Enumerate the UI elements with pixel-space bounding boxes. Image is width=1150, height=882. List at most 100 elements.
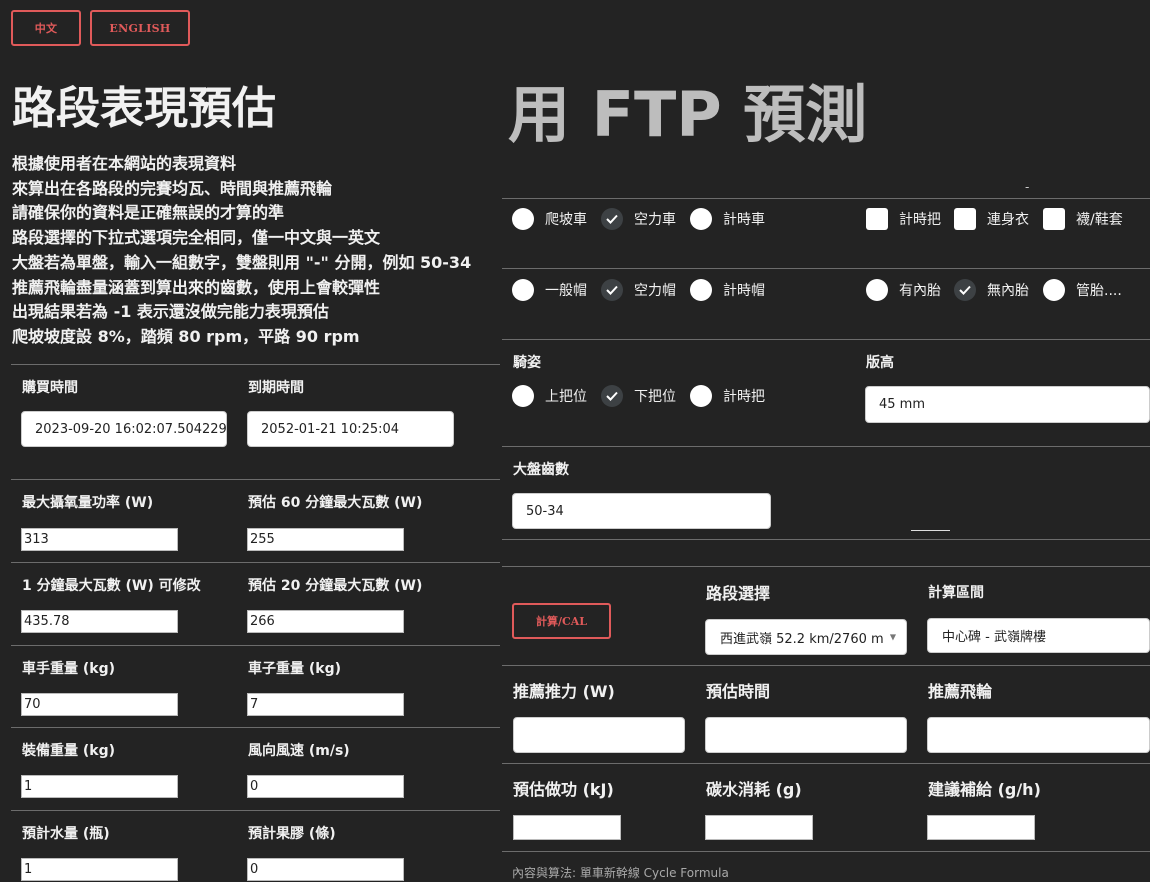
divider [11,562,500,563]
checkbox[interactable] [1043,208,1065,230]
chainring-label: 大盤齒數 [513,462,569,478]
1min-power-input[interactable]: 435.78 [21,610,178,633]
checkbox[interactable] [954,208,976,230]
checkbox[interactable] [866,208,888,230]
check-icon[interactable] [601,385,623,407]
radio-tt-helmet[interactable]: 計時帽 [690,279,765,301]
radio-tubeless-tire[interactable]: 無內胎 [954,279,1029,301]
60min-power-label: 預估 60 分鐘最大瓦數 (W) [248,495,423,511]
option-label: 空力帽 [634,283,676,299]
radio-standard-helmet[interactable]: 一般帽 [512,279,587,301]
divider [502,851,1150,852]
estimated-time-output[interactable] [705,717,907,753]
radio-button[interactable] [512,279,534,301]
estimated-work-output[interactable] [513,815,621,840]
carb-consumption-label: 碳水消耗 (g) [706,780,802,799]
radio-hoods[interactable]: 上把位 [512,385,587,407]
option-label: 連身衣 [987,212,1029,228]
vo2max-power-label: 最大攝氧量功率 (W) [22,495,154,511]
underline-mark [911,530,950,531]
divider [502,339,1150,340]
20min-power-label: 預估 20 分鐘最大瓦數 (W) [248,578,423,594]
frame-size-input[interactable]: 45 mm [865,386,1150,423]
radio-button[interactable] [512,385,534,407]
interval-select[interactable]: 中心碑 - 武嶺牌樓 [927,618,1150,653]
option-label: 空力車 [634,212,676,228]
radio-tt-bike[interactable]: 計時車 [690,208,765,230]
option-label: 一般帽 [545,283,587,299]
calculate-button[interactable]: 計算/CAL [512,603,611,639]
bike-weight-input[interactable]: 7 [247,693,404,716]
radio-tube-tire[interactable]: 有內胎 [866,279,941,301]
supply-rate-label: 建議補給 (g/h) [928,780,1041,799]
gear-weight-input[interactable]: 1 [21,775,178,798]
divider [502,539,1150,540]
supply-rate-output[interactable] [927,815,1035,840]
divider [11,810,500,811]
1min-power-label: 1 分鐘最大瓦數 (W) 可修改 [22,578,201,594]
check-icon[interactable] [954,279,976,301]
divider [502,665,1150,666]
chainring-input[interactable]: 50-34 [512,493,771,529]
ftp-prediction-title: 用 FTP 預測 [508,78,868,151]
rider-weight-label: 車手重量 (kg) [22,661,116,677]
purchase-time-field[interactable]: 2023-09-20 16:02:07.504229 [21,411,227,447]
divider [502,198,1150,199]
radio-aero-bike[interactable]: 空力車 [601,208,676,230]
route-select-label: 路段選擇 [706,584,771,603]
recommended-cassette-label: 推薦飛輪 [928,682,993,701]
gels-label: 預計果膠 (條) [248,826,336,842]
checkbox-tt-bar[interactable]: 計時把 [866,208,941,230]
radio-aero-position[interactable]: 計時把 [690,385,765,407]
recommended-cassette-output[interactable] [927,717,1150,753]
radio-button[interactable] [690,208,712,230]
recommended-power-label: 推薦推力 (W) [513,682,615,701]
check-icon[interactable] [601,208,623,230]
footer-credit: 內容與算法: 單車新幹線 Cycle Formula [512,866,729,880]
description-line: 路段選擇的下拉式選項完全相同，僅一中文與一英文 [12,228,381,248]
option-label: 襪/鞋套 [1076,212,1123,228]
checkbox-skinsuit[interactable]: 連身衣 [954,208,1029,230]
divider [11,364,500,365]
dash-mark: - [1025,180,1030,194]
carb-consumption-output[interactable] [705,815,813,840]
water-bottles-input[interactable]: 1 [21,858,178,881]
divider [502,268,1150,269]
description-line: 爬坡坡度設 8%，踏頻 80 rpm，平路 90 rpm [12,326,360,346]
posture-label: 騎姿 [513,355,541,371]
radio-drops[interactable]: 下把位 [601,385,676,407]
gels-input[interactable]: 0 [247,858,404,881]
option-label: 計時車 [723,212,765,228]
route-select[interactable]: 西進武嶺 52.2 km/2760 m ▼ [705,619,907,655]
check-icon[interactable] [601,279,623,301]
expiry-time-field[interactable]: 2052-01-21 10:25:04 [247,411,454,447]
radio-button[interactable] [690,279,712,301]
option-label: 計時把 [723,389,765,405]
20min-power-input[interactable]: 266 [247,610,404,633]
interval-select-label: 計算區間 [928,585,984,601]
wind-speed-input[interactable]: 0 [247,775,404,798]
rider-weight-input[interactable]: 70 [21,693,178,716]
chinese-language-button[interactable]: 中文 [11,10,81,46]
radio-button[interactable] [690,385,712,407]
description-line: 請確保你的資料是正確無誤的才算的準 [12,203,285,223]
divider [502,446,1150,447]
60min-power-input[interactable]: 255 [247,528,404,551]
recommended-power-output[interactable] [513,717,685,753]
radio-button[interactable] [866,279,888,301]
english-language-button[interactable]: ENGLISH [90,10,190,46]
route-select-value: 西進武嶺 52.2 km/2760 m [720,631,884,647]
checkbox-shoe-covers[interactable]: 襪/鞋套 [1043,208,1123,230]
divider [11,727,500,728]
purchase-time-label: 購買時間 [22,380,78,396]
vo2max-power-input[interactable]: 313 [21,528,178,551]
divider [502,763,1150,764]
radio-aero-helmet[interactable]: 空力帽 [601,279,676,301]
radio-tubular-tire[interactable]: 管胎.... [1043,279,1122,301]
radio-button[interactable] [512,208,534,230]
interval-select-value: 中心碑 - 武嶺牌樓 [942,630,1046,645]
radio-climbing-bike[interactable]: 爬坡車 [512,208,587,230]
expiry-time-label: 到期時間 [248,380,304,396]
radio-button[interactable] [1043,279,1065,301]
description-line: 大盤若為單盤，輸入一組數字，雙盤則用 "-" 分開，例如 50-34 [12,252,472,272]
